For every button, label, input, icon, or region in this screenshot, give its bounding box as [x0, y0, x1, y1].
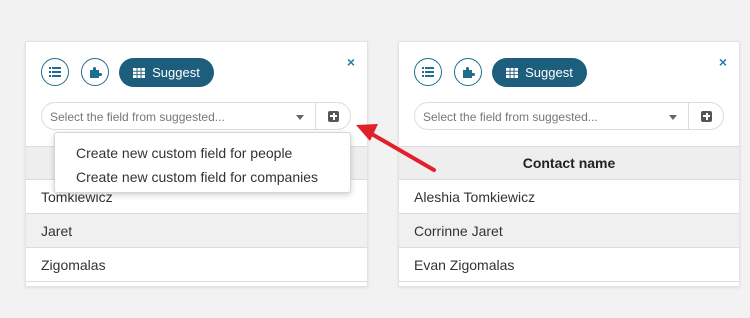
field-select-placeholder: Select the field from suggested...	[50, 110, 225, 124]
caret-down-icon[interactable]	[296, 115, 304, 120]
plus-square-icon	[328, 110, 339, 122]
close-icon[interactable]: ×	[719, 54, 727, 70]
field-select[interactable]: Select the field from suggested...	[41, 102, 351, 130]
suggest-button[interactable]: Suggest	[119, 58, 214, 87]
puzzle-icon	[462, 66, 475, 78]
table-row: Corrinne Jaret	[399, 214, 739, 248]
right-panel: Suggest × Select the field from suggeste…	[398, 41, 740, 287]
table-row: Evan Zigomalas	[399, 248, 739, 282]
list-icon	[49, 67, 61, 77]
add-field-button[interactable]	[316, 103, 351, 129]
suggest-label: Suggest	[152, 65, 200, 80]
list-icon	[422, 67, 434, 77]
add-field-button[interactable]	[689, 103, 724, 129]
list-view-button[interactable]	[41, 58, 69, 86]
suggest-label: Suggest	[525, 65, 573, 80]
table-grid-icon	[133, 67, 146, 78]
close-icon[interactable]: ×	[347, 54, 355, 70]
menu-item-custom-field-companies[interactable]: Create new custom field for companies	[55, 165, 350, 189]
data-table: Contact name Aleshia Tomkiewicz Corrinne…	[399, 146, 739, 282]
table-row: Jaret	[26, 214, 367, 248]
column-header: Contact name	[399, 146, 739, 180]
puzzle-button[interactable]	[454, 58, 482, 86]
puzzle-button[interactable]	[81, 58, 109, 86]
add-field-dropdown-menu: Create new custom field for people Creat…	[54, 132, 351, 193]
menu-item-custom-field-people[interactable]: Create new custom field for people	[55, 141, 350, 165]
table-row: Zigomalas	[26, 248, 367, 282]
puzzle-icon	[89, 66, 102, 78]
caret-down-icon[interactable]	[669, 115, 677, 120]
table-grid-icon	[506, 67, 519, 78]
list-view-button[interactable]	[414, 58, 442, 86]
field-select[interactable]: Select the field from suggested...	[414, 102, 724, 130]
field-select-placeholder: Select the field from suggested...	[423, 110, 598, 124]
table-row: Aleshia Tomkiewicz	[399, 180, 739, 214]
plus-square-icon	[701, 110, 712, 122]
suggest-button[interactable]: Suggest	[492, 58, 587, 87]
